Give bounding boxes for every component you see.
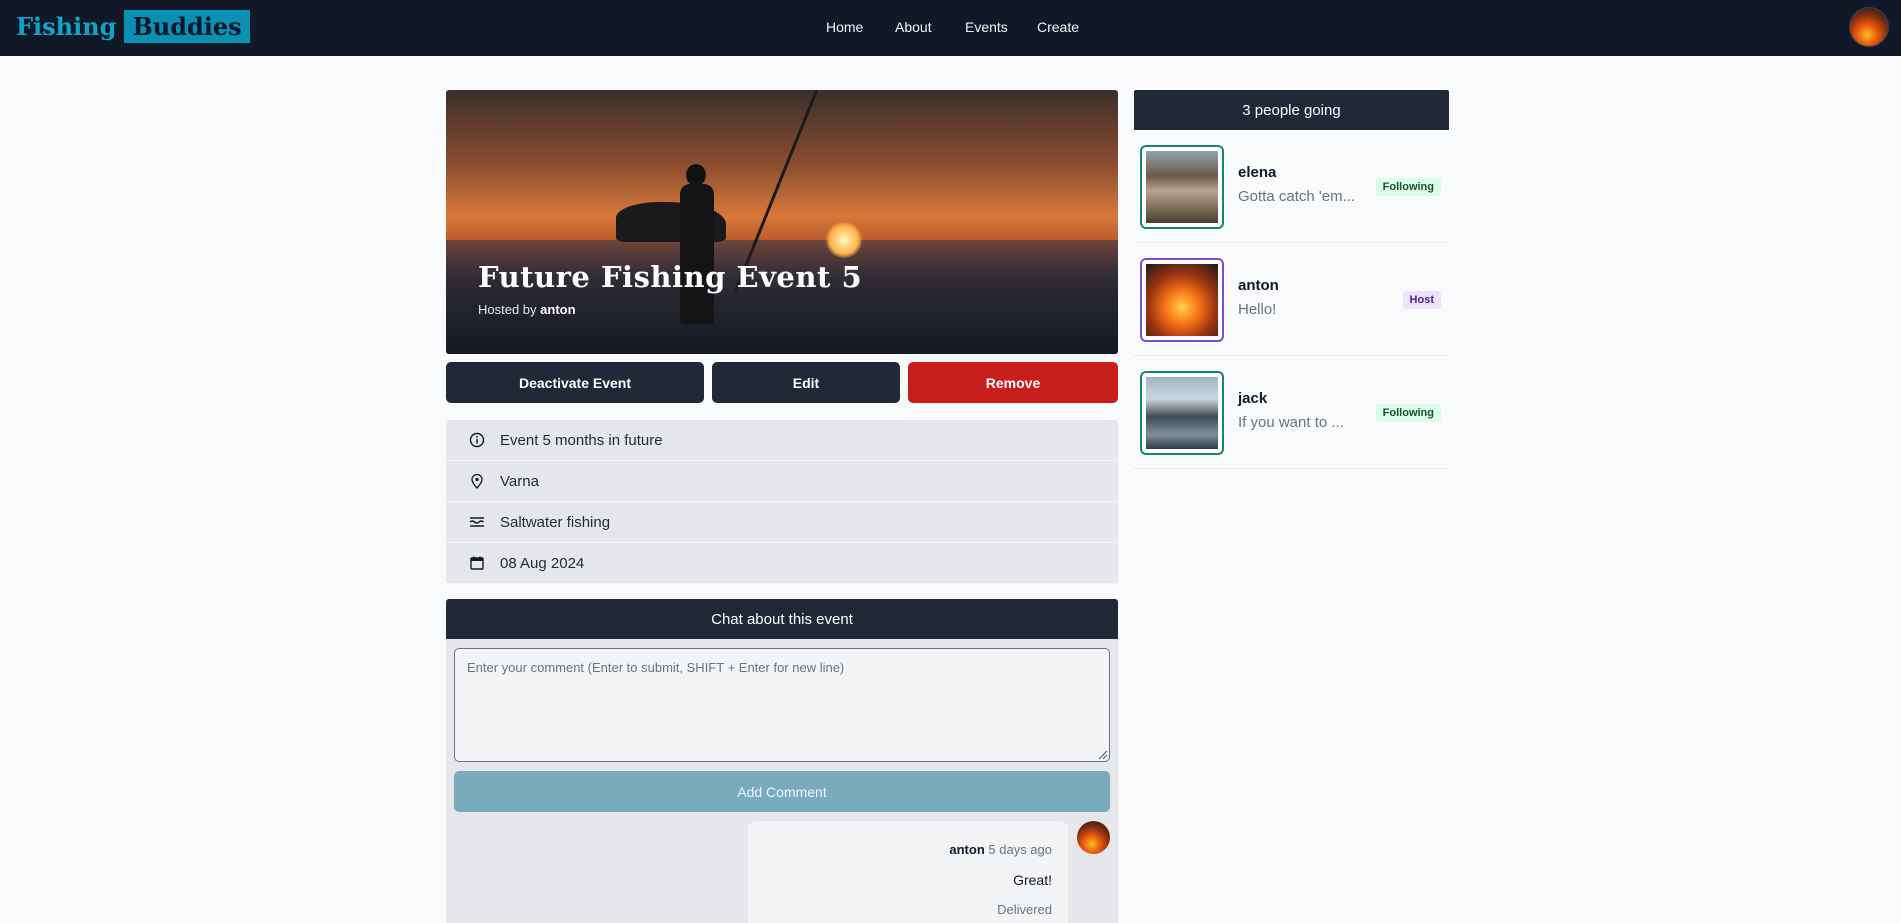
info-row-status: Event 5 months in future: [446, 420, 1118, 461]
comment-avatar-icon[interactable]: [1077, 821, 1110, 854]
hero-water: [446, 240, 1118, 354]
comment-meta: anton 5 days ago: [949, 842, 1052, 857]
resize-grip-icon[interactable]: [1098, 750, 1108, 760]
info-icon: [468, 431, 486, 449]
attendee-photo[interactable]: [1140, 145, 1224, 229]
event-title: Future Fishing Event 5: [478, 260, 863, 294]
attendee-bio: If you want to ...: [1238, 414, 1344, 431]
attendee-bio: Hello!: [1238, 301, 1277, 318]
event-host-line: Hosted by anton: [478, 302, 576, 317]
nav-link-events[interactable]: Events: [965, 19, 1008, 35]
info-row-location: Varna: [446, 461, 1118, 502]
remove-event-button[interactable]: Remove: [908, 362, 1118, 403]
hosted-by-label: Hosted by: [478, 302, 537, 317]
top-navbar: Fishing Buddies Home About Events Create: [0, 0, 1901, 56]
host-badge: Host: [1402, 291, 1441, 309]
deactivate-event-button[interactable]: Deactivate Event: [446, 362, 704, 403]
nav-link-create[interactable]: Create: [1037, 19, 1079, 35]
attendees-header: 3 people going: [1134, 90, 1449, 130]
nav-link-home[interactable]: Home: [826, 19, 863, 35]
info-category-text: Saltwater fishing: [500, 513, 611, 531]
host-name[interactable]: anton: [540, 302, 575, 317]
location-pin-icon: [468, 472, 486, 490]
comment-status: Delivered: [997, 902, 1052, 917]
attendee-bio: Gotta catch 'em...: [1238, 188, 1356, 205]
hero-fisherman-silhouette: [678, 164, 714, 324]
add-comment-button[interactable]: Add Comment: [454, 771, 1110, 812]
event-chat: Chat about this event Add Comment anton …: [446, 599, 1118, 923]
attendee-name[interactable]: elena: [1238, 164, 1276, 181]
info-location-text: Varna: [500, 472, 539, 490]
info-status-text: Event 5 months in future: [500, 431, 663, 449]
attendee-name[interactable]: jack: [1238, 390, 1267, 407]
info-date-text: 08 Aug 2024: [500, 554, 585, 572]
attendee-photo[interactable]: [1140, 258, 1224, 342]
following-badge: Following: [1375, 404, 1441, 422]
chat-comment: anton 5 days ago Great! Delivered: [748, 821, 1068, 923]
following-badge: Following: [1375, 178, 1441, 196]
info-row-category: Saltwater fishing: [446, 502, 1118, 543]
nav-link-about[interactable]: About: [895, 19, 932, 35]
event-info-list: Event 5 months in future Varna Saltwater…: [446, 420, 1118, 584]
comment-text: Great!: [1013, 872, 1052, 888]
attendee-row[interactable]: jack If you want to ... Following: [1134, 356, 1449, 469]
attendee-row[interactable]: anton Hello! Host: [1134, 243, 1449, 356]
chat-header: Chat about this event: [446, 599, 1118, 639]
attendees-panel: 3 people going elena Gotta catch 'em... …: [1134, 90, 1449, 469]
event-hero-image: Future Fishing Event 5 Hosted by anton: [446, 90, 1118, 354]
nav-links: Home About Events Create: [0, 0, 1901, 56]
attendee-row[interactable]: elena Gotta catch 'em... Following: [1134, 130, 1449, 243]
comment-time: 5 days ago: [988, 842, 1052, 857]
info-row-date: 08 Aug 2024: [446, 543, 1118, 584]
attendee-name[interactable]: anton: [1238, 277, 1279, 294]
comment-author[interactable]: anton: [949, 842, 984, 857]
waves-icon: [468, 513, 486, 531]
edit-event-button[interactable]: Edit: [712, 362, 900, 403]
hero-sun: [826, 222, 862, 258]
user-avatar-icon[interactable]: [1849, 7, 1889, 47]
attendee-photo[interactable]: [1140, 371, 1224, 455]
comment-input[interactable]: [454, 648, 1110, 762]
calendar-icon: [468, 554, 486, 572]
